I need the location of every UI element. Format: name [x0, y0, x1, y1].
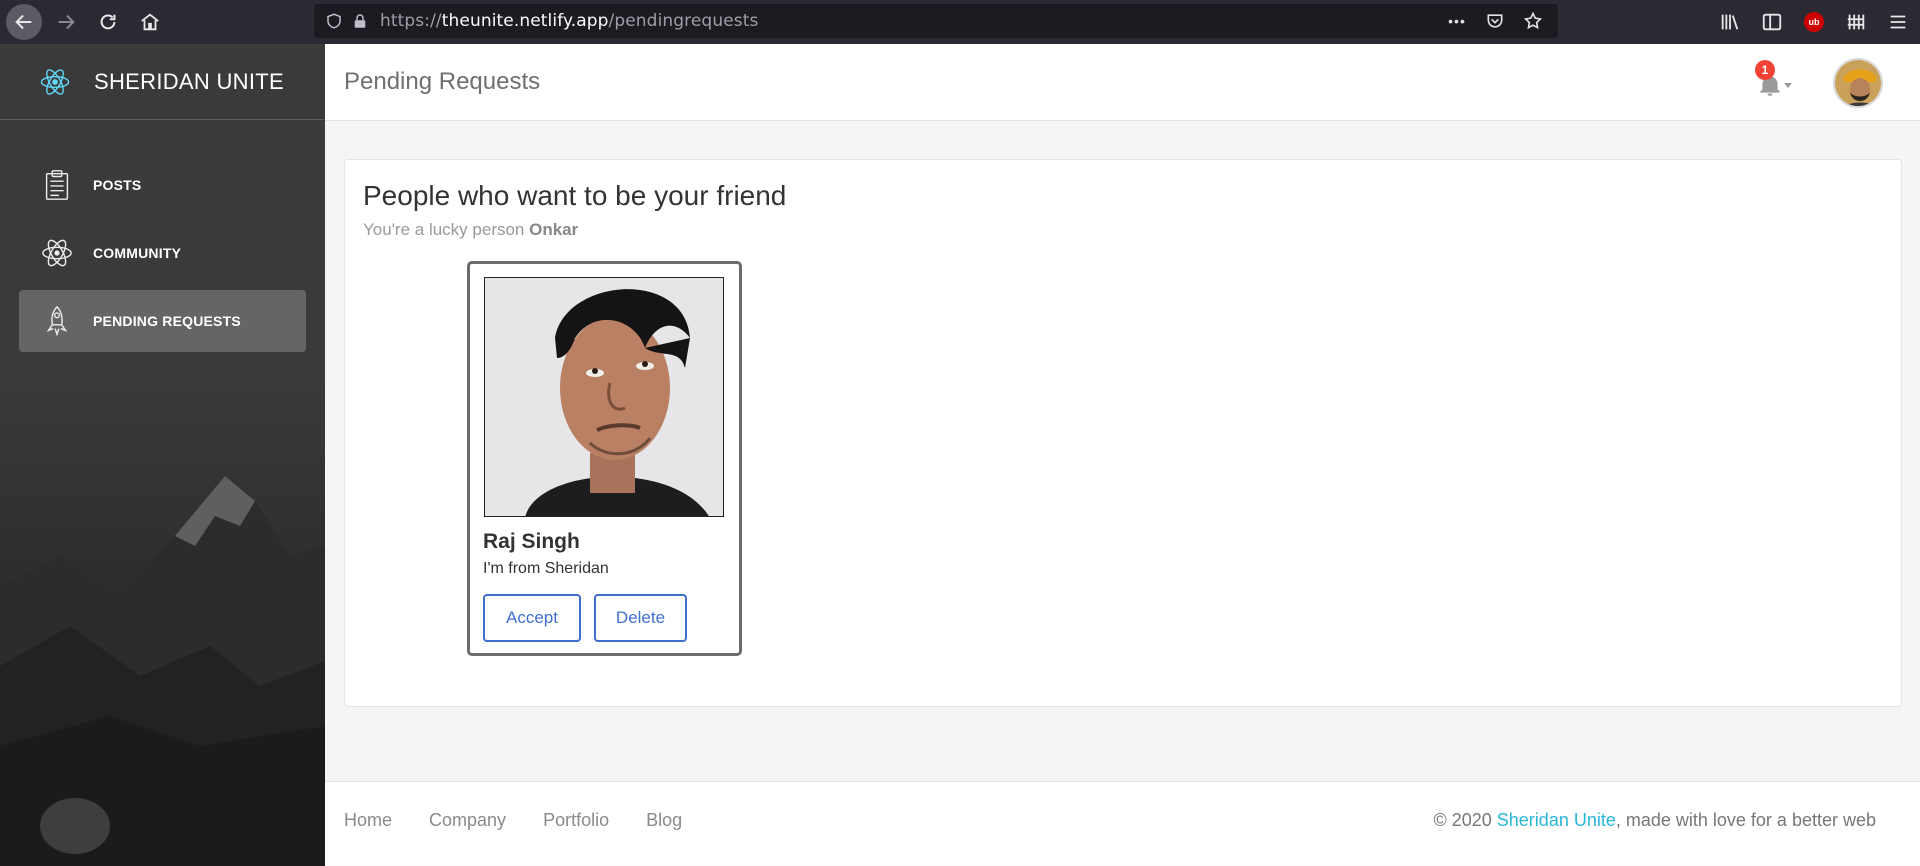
more-actions-icon[interactable]: ••• [1446, 10, 1468, 32]
reload-button[interactable] [90, 4, 126, 40]
reload-icon [100, 14, 116, 30]
sidebar-item-label: COMMUNITY [93, 245, 182, 261]
copyright-suffix: , made with love for a better web [1615, 810, 1876, 830]
mountain-background-image [0, 476, 325, 866]
friend-request-card: Raj Singh I'm from Sheridan Accept Delet… [467, 261, 742, 656]
react-logo-icon [40, 68, 70, 95]
brand[interactable]: SHERIDAN UNITE [0, 44, 325, 120]
footer-link-blog[interactable]: Blog [646, 810, 682, 831]
user-avatar[interactable] [1833, 58, 1883, 108]
copyright-brand-link[interactable]: Sheridan Unite [1497, 810, 1616, 830]
sidebar-nav: POSTS COMMUNITY PENDING REQUESTS [0, 120, 325, 352]
top-header: Pending Requests 1 [325, 44, 1920, 121]
brand-name: SHERIDAN UNITE [94, 68, 284, 94]
delete-button[interactable]: Delete [594, 594, 687, 642]
friend-requests-card: People who want to be your friend You're… [344, 159, 1902, 707]
friend-bio: I'm from Sheridan [483, 560, 609, 577]
subtitle-text: You're a lucky person [363, 220, 530, 239]
card-title: People who want to be your friend [363, 180, 787, 211]
rocket-icon [39, 303, 75, 339]
atom-icon [39, 235, 75, 271]
friend-name: Raj Singh [483, 530, 580, 553]
lock-icon[interactable] [350, 11, 370, 31]
ublock-icon[interactable]: ub [1800, 8, 1828, 36]
caret-down-icon [1784, 83, 1792, 88]
url-bar[interactable]: https://theunite.netlify.app/pendingrequ… [314, 4, 1558, 38]
profile-photo-image [485, 278, 723, 516]
accept-button[interactable]: Accept [483, 594, 581, 642]
card-subtitle: You're a lucky person Onkar [363, 220, 578, 240]
menu-icon[interactable] [1884, 8, 1912, 36]
sidebar-item-community[interactable]: COMMUNITY [19, 222, 306, 284]
arrow-left-icon [15, 14, 32, 30]
clipboard-icon [39, 167, 75, 203]
sidebar-item-label: POSTS [93, 177, 142, 193]
notifications-dropdown[interactable]: 1 [1755, 60, 1799, 100]
sidebar: SHERIDAN UNITE POSTS COMMUNITY PENDING R… [0, 44, 325, 866]
sidebar-item-posts[interactable]: POSTS [19, 154, 306, 216]
shield-icon[interactable] [324, 11, 344, 31]
home-button[interactable] [132, 4, 168, 40]
footer-link-home[interactable]: Home [344, 810, 392, 831]
extension-fence-icon[interactable] [1842, 8, 1870, 36]
home-icon [141, 13, 159, 31]
bookmark-star-icon[interactable] [1522, 10, 1544, 32]
forward-button[interactable] [48, 4, 84, 40]
url-scheme: https:// [380, 11, 442, 31]
url-text[interactable]: https://theunite.netlify.app/pendingrequ… [380, 11, 758, 31]
sidebar-item-pending-requests[interactable]: PENDING REQUESTS [19, 290, 306, 352]
copyright: © 2020 Sheridan Unite, made with love fo… [1433, 810, 1876, 831]
footer: Home Company Portfolio Blog © 2020 Sheri… [325, 781, 1920, 866]
pocket-icon[interactable] [1484, 10, 1506, 32]
browser-toolbar: https://theunite.netlify.app/pendingrequ… [0, 0, 1920, 44]
footer-link-company[interactable]: Company [429, 810, 506, 831]
url-host: theunite.netlify.app [441, 11, 609, 31]
footer-link-portfolio[interactable]: Portfolio [543, 810, 609, 831]
page-title: Pending Requests [344, 68, 541, 95]
back-button[interactable] [6, 4, 42, 40]
avatar-image [1835, 60, 1881, 106]
url-path: /pendingrequests [608, 11, 759, 31]
user-name: Onkar [529, 220, 579, 239]
sidebar-item-label: PENDING REQUESTS [93, 313, 241, 329]
sidebar-toggle-icon[interactable] [1758, 8, 1786, 36]
profile-photo [484, 277, 724, 517]
library-icon[interactable] [1716, 8, 1744, 36]
arrow-right-icon [58, 14, 75, 30]
footer-links: Home Company Portfolio Blog [344, 810, 682, 831]
copyright-prefix: © 2020 [1433, 810, 1497, 830]
notification-badge: 1 [1755, 60, 1775, 80]
